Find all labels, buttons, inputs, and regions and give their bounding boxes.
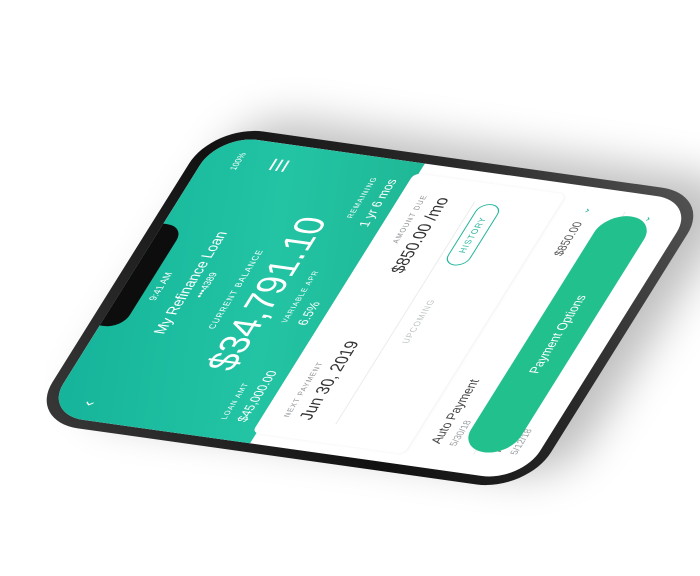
chevron-left-icon[interactable]: ‹ bbox=[79, 400, 101, 407]
phone-device: 9:41 AM 100% ‹ ☰ My Refinance Loan •••43… bbox=[27, 124, 700, 492]
chevron-down-icon[interactable]: ⌄ bbox=[578, 206, 594, 215]
payment-date: 5/01/18 bbox=[568, 436, 596, 464]
tab-upcoming[interactable]: UPCOMING bbox=[400, 299, 437, 344]
stage: 9:41 AM 100% ‹ ☰ My Refinance Loan •••43… bbox=[0, 0, 700, 576]
tab-history[interactable]: HISTORY bbox=[442, 202, 504, 268]
status-battery: 100% bbox=[227, 152, 249, 171]
